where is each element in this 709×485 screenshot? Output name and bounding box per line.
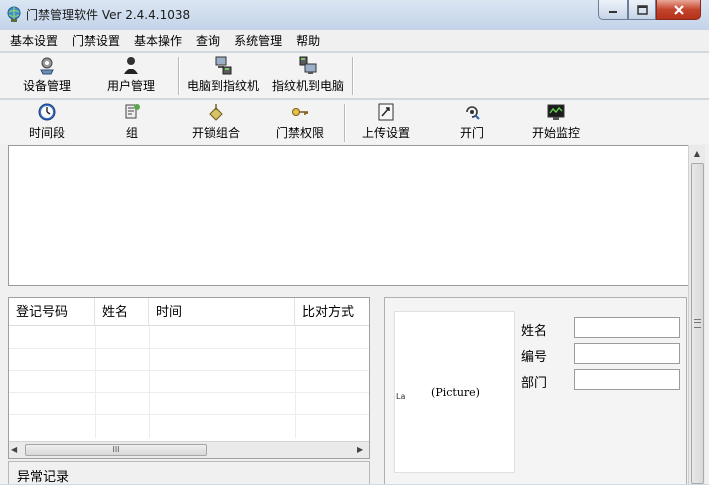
pc-to-device-label: 电脑到指纹机 (186, 79, 259, 93)
picture-placeholder: (Picture) (431, 386, 480, 399)
open-door-label: 开门 (459, 126, 484, 140)
horizontal-scrollbar[interactable]: ◀ III ▶ (9, 441, 369, 458)
time-period-button[interactable]: 时间段 (22, 102, 72, 142)
user-management-label: 用户管理 (106, 79, 155, 93)
close-icon (673, 4, 684, 15)
upload-icon (378, 103, 394, 121)
time-period-label: 时间段 (28, 126, 65, 140)
title-bar[interactable]: 门禁管理软件 Ver 2.4.4.1038 (0, 0, 709, 30)
id-field[interactable] (574, 343, 680, 364)
department-label: 部门 (521, 376, 548, 391)
toolbar-secondary: 时间段 组 开锁组合 门禁权限 上传设置 开门 开始监控 (0, 100, 709, 144)
grid-line (149, 326, 150, 438)
window-title: 门禁管理软件 Ver 2.4.4.1038 (26, 8, 191, 22)
id-label: 编号 (521, 350, 548, 365)
group-icon (125, 104, 140, 119)
user-icon (124, 57, 138, 74)
user-management-button[interactable]: 用户管理 (96, 55, 166, 95)
toolbar-separator (352, 57, 354, 95)
scroll-up-arrow-icon[interactable]: ▲ (689, 147, 705, 159)
upload-settings-label: 上传设置 (361, 126, 410, 140)
grid-line (295, 326, 296, 438)
grid-line (9, 414, 369, 415)
toolbar-primary: 设备管理 用户管理 电脑到指纹机 指纹机到电脑 (0, 53, 709, 99)
horizontal-scroll-thumb[interactable]: III (25, 444, 207, 456)
maximize-icon (636, 4, 648, 15)
column-header-time[interactable]: 时间 (149, 298, 295, 326)
scroll-left-arrow-icon[interactable]: ◀ (11, 445, 17, 454)
menu-access-settings[interactable]: 门禁设置 (66, 32, 128, 49)
minimize-button[interactable] (598, 0, 628, 20)
device-management-button[interactable]: 设备管理 (12, 55, 82, 95)
grid-line (9, 370, 369, 371)
column-header-name[interactable]: 姓名 (95, 298, 149, 326)
clock-icon (38, 103, 56, 121)
name-field[interactable] (574, 317, 680, 338)
start-monitoring-button[interactable]: 开始监控 (526, 102, 586, 142)
photo-box: La (Picture) (394, 311, 515, 473)
person-info-panel: La (Picture) 姓名 编号 部门 (384, 297, 687, 484)
vertical-scrollbar[interactable]: ▲ (688, 145, 705, 484)
department-field[interactable] (574, 369, 680, 390)
records-table[interactable]: 登记号码 姓名 时间 比对方式 ◀ III ▶ (8, 297, 370, 459)
toolbar-separator (344, 104, 346, 142)
menu-basic-operations[interactable]: 基本操作 (128, 32, 190, 49)
table-header: 登记号码 姓名 时间 比对方式 (9, 298, 369, 326)
app-globe-icon (7, 6, 21, 22)
toolbar-separator (178, 57, 180, 95)
name-label: 姓名 (521, 324, 548, 339)
device-to-pc-label: 指纹机到电脑 (271, 79, 344, 93)
column-header-reg-number[interactable]: 登记号码 (9, 298, 95, 326)
unlock-combination-label: 开锁组合 (191, 126, 240, 140)
grid-line (9, 348, 369, 349)
key-icon (292, 108, 308, 116)
device-gear-icon (40, 57, 54, 75)
device-to-computer-icon (299, 56, 317, 74)
grid-line (9, 392, 369, 393)
event-log-pane[interactable] (8, 145, 688, 286)
scroll-thumb[interactable] (691, 163, 704, 484)
open-door-button[interactable]: 开门 (450, 102, 494, 142)
menu-basic-settings[interactable]: 基本设置 (4, 32, 66, 49)
monitor-icon (547, 104, 565, 120)
device-management-label: 设备管理 (22, 79, 71, 93)
group-label: 组 (125, 126, 138, 140)
access-permission-label: 门禁权限 (275, 126, 324, 140)
abnormal-records-panel: 异常记录 (8, 461, 370, 485)
menu-bar: 基本设置 门禁设置 基本操作 查询 系统管理 帮助 (0, 30, 709, 52)
access-permission-button[interactable]: 门禁权限 (270, 102, 330, 142)
close-button[interactable] (656, 0, 701, 20)
computer-to-device-icon (215, 56, 232, 75)
upload-settings-button[interactable]: 上传设置 (356, 102, 416, 142)
pc-to-device-button[interactable]: 电脑到指纹机 (182, 55, 264, 95)
maximize-button[interactable] (628, 0, 656, 20)
minimize-icon (609, 10, 617, 13)
grid-line (95, 326, 96, 438)
menu-system-management[interactable]: 系统管理 (228, 32, 290, 49)
column-header-match-mode[interactable]: 比对方式 (295, 298, 369, 326)
scroll-right-arrow-icon[interactable]: ▶ (357, 445, 363, 454)
menu-query[interactable]: 查询 (190, 32, 228, 49)
start-monitoring-label: 开始监控 (531, 126, 580, 140)
unlock-combination-button[interactable]: 开锁组合 (186, 102, 246, 142)
lock-combo-icon (209, 104, 223, 121)
abnormal-records-label: 异常记录 (17, 470, 70, 485)
group-button[interactable]: 组 (112, 102, 152, 142)
open-door-icon (466, 106, 480, 120)
device-to-pc-button[interactable]: 指纹机到电脑 (267, 55, 349, 95)
menu-help[interactable]: 帮助 (290, 32, 328, 49)
